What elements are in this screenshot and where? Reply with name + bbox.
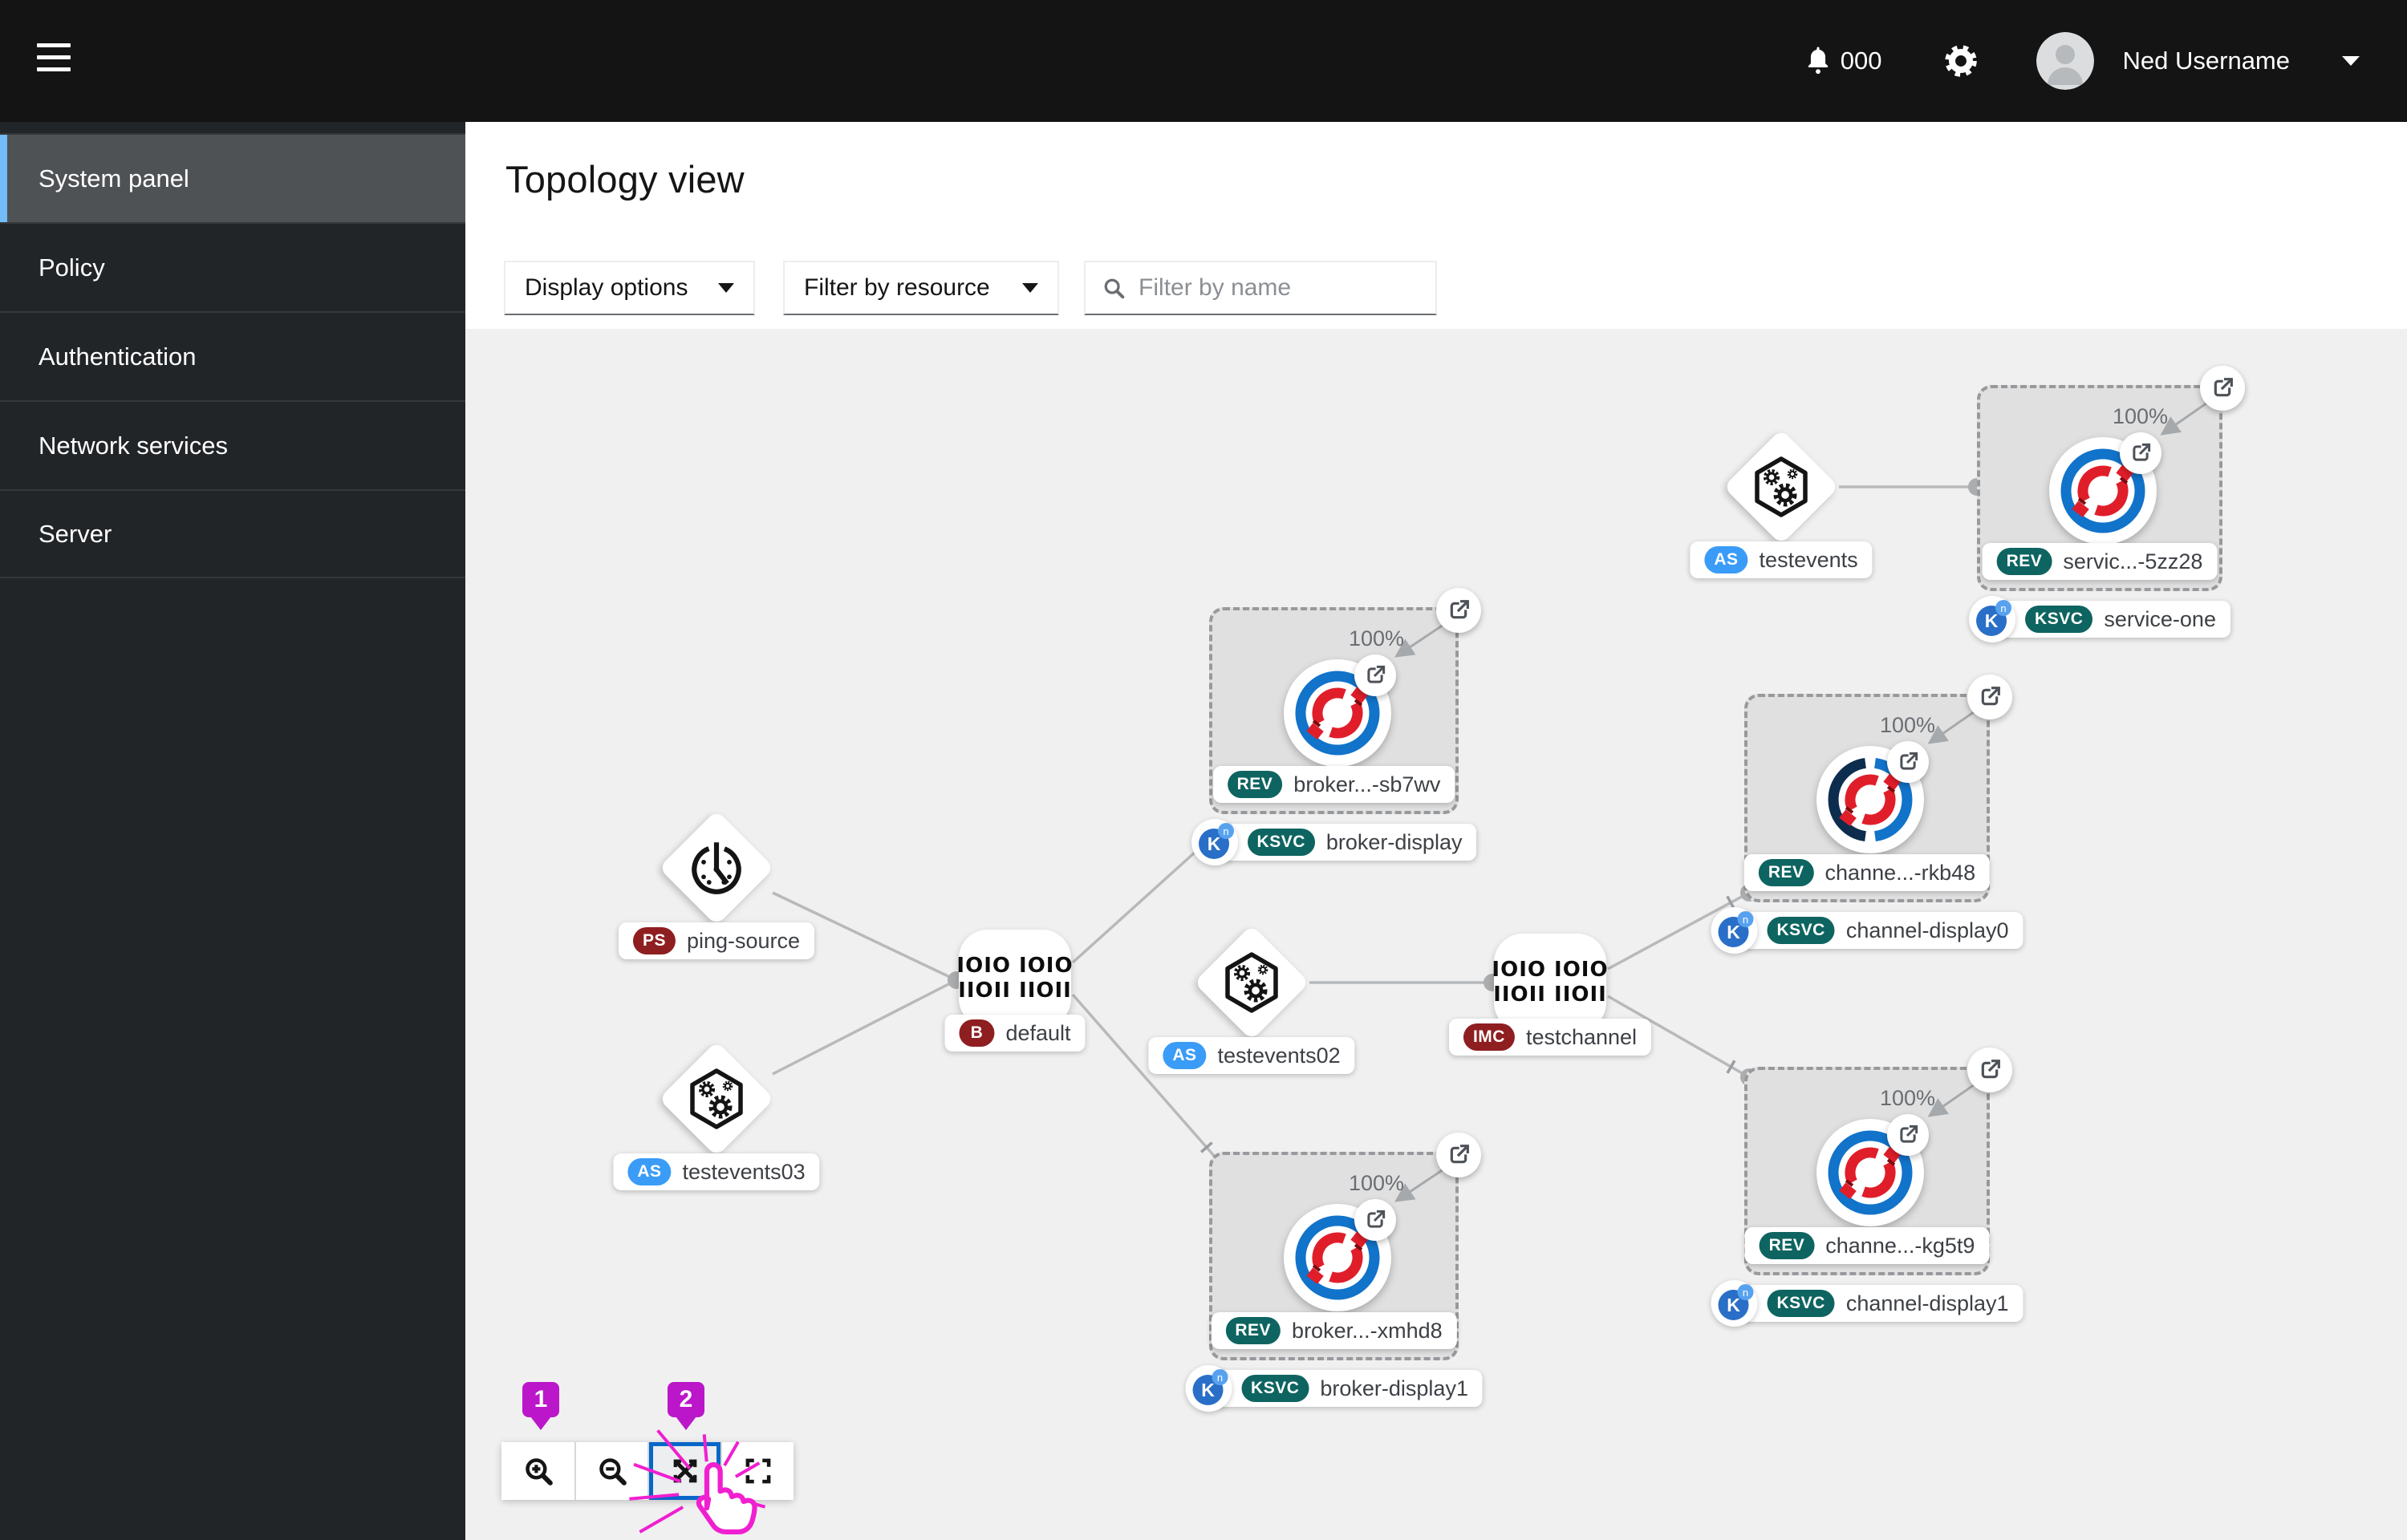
sidebar-item-label: System panel [39, 164, 189, 192]
notification-count: 000 [1840, 47, 1882, 75]
sidebar-item-system-panel[interactable]: System panel [0, 133, 465, 222]
top-bar: 000 Ned Username [0, 0, 2407, 122]
topology-canvas[interactable]: 100% REV servic...-5zz28 K n KSVC servic… [465, 329, 2407, 1540]
settings-button[interactable] [1943, 43, 1979, 79]
menu-toggle-icon[interactable] [37, 38, 83, 83]
display-options-dropdown[interactable]: Display options [504, 261, 755, 315]
content-header: Topology view Display options Filter by … [465, 122, 2407, 329]
bell-icon [1808, 47, 1829, 75]
sidebar-item-label: Server [39, 519, 112, 548]
display-options-label: Display options [525, 274, 688, 301]
sidebar-nav: System panel Policy Authentication Netwo… [0, 122, 465, 1540]
filter-by-resource-label: Filter by resource [804, 274, 990, 301]
sidebar-item-policy[interactable]: Policy [0, 222, 465, 311]
click-starburst [629, 1429, 766, 1534]
sidebar-item-label: Policy [39, 253, 105, 282]
notifications-button[interactable]: 000 [1804, 46, 1882, 76]
sidebar-item-network-services[interactable]: Network services [0, 400, 465, 489]
sidebar-item-authentication[interactable]: Authentication [0, 311, 465, 400]
sidebar-item-label: Authentication [39, 342, 197, 371]
gear-icon [1944, 45, 1977, 77]
filter-by-name-input[interactable] [1139, 274, 1419, 302]
avatar[interactable] [2036, 32, 2094, 90]
filter-by-resource-dropdown[interactable]: Filter by resource [783, 261, 1059, 315]
chevron-down-icon [718, 283, 734, 293]
search-icon [1104, 278, 1125, 299]
hand-cursor-icon [696, 1462, 757, 1535]
user-menu-caret-icon[interactable] [2341, 55, 2360, 67]
annotation-marker-2: 2 [668, 1382, 704, 1417]
username[interactable]: Ned Username [2123, 47, 2290, 75]
chevron-down-icon [1022, 283, 1038, 293]
annotation-marker-1: 1 [522, 1382, 559, 1417]
sidebar-item-label: Network services [39, 431, 228, 460]
page-title: Topology view [505, 158, 745, 201]
filter-by-name-searchbox [1084, 261, 1437, 315]
sidebar-item-server[interactable]: Server [0, 489, 465, 578]
